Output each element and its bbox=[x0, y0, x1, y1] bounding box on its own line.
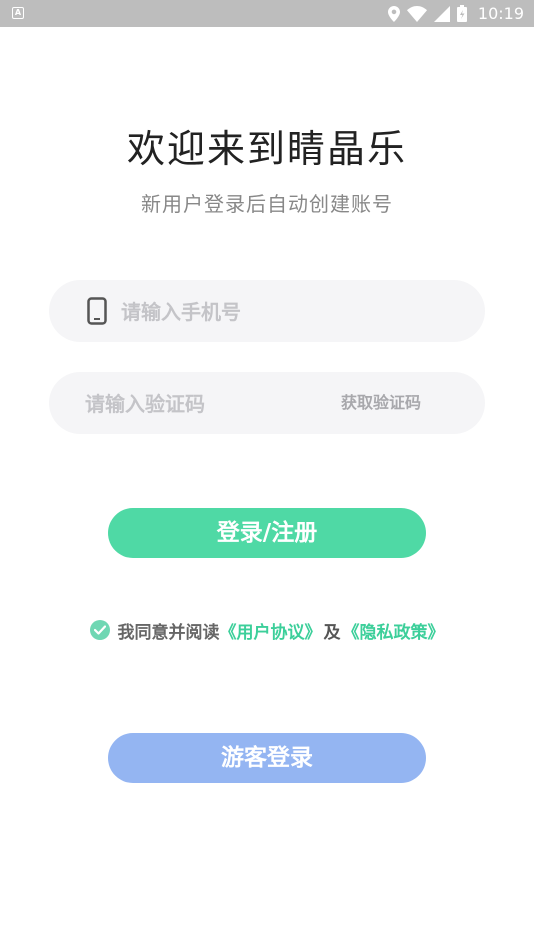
login-register-button[interactable]: 登录/注册 bbox=[108, 508, 426, 558]
get-code-button[interactable]: 获取验证码 bbox=[341, 372, 421, 434]
phone-field[interactable] bbox=[49, 280, 485, 342]
page-title: 欢迎来到睛晶乐 bbox=[126, 127, 407, 171]
signal-icon bbox=[433, 5, 450, 22]
agree-checkbox[interactable] bbox=[89, 620, 110, 640]
code-field[interactable]: 获取验证码 bbox=[49, 372, 485, 434]
battery-icon bbox=[456, 5, 467, 22]
clock: 10:19 bbox=[477, 4, 524, 23]
agreement-row: 我同意并阅读 《用户协议》 及 《隐私政策》 bbox=[0, 616, 534, 644]
agreement-and: 及 bbox=[323, 622, 341, 643]
check-icon bbox=[93, 625, 106, 635]
phone-input[interactable] bbox=[119, 291, 453, 333]
status-icons: 10:19 bbox=[387, 0, 524, 27]
location-icon bbox=[387, 5, 400, 22]
status-bar: A 10:19 bbox=[0, 0, 534, 27]
mobile-phone-icon bbox=[87, 297, 107, 325]
agreement-prefix: 我同意并阅读 bbox=[117, 622, 220, 643]
user-agreement-link[interactable]: 《用户协议》 bbox=[220, 618, 322, 643]
privacy-policy-link[interactable]: 《隐私政策》 bbox=[343, 618, 445, 643]
app-notification-icon: A bbox=[12, 7, 24, 19]
page-subtitle: 新用户登录后自动创建账号 bbox=[141, 192, 393, 216]
wifi-icon bbox=[406, 5, 427, 22]
guest-login-button[interactable]: 游客登录 bbox=[108, 733, 426, 783]
verification-code-input[interactable] bbox=[83, 383, 307, 425]
